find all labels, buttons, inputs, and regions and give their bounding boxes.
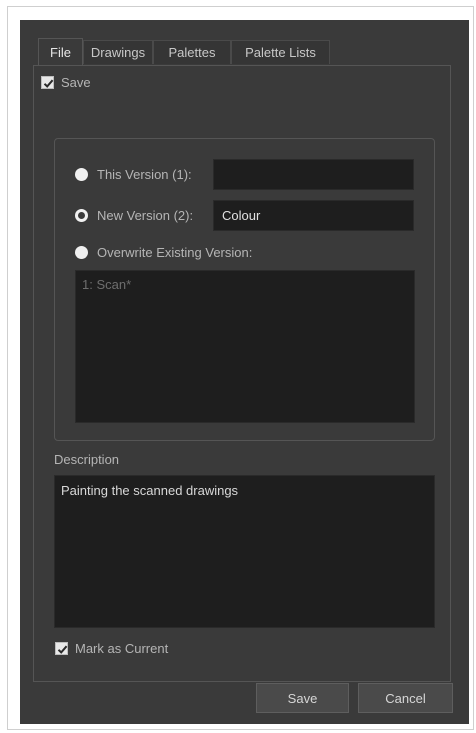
overwrite-version-radio[interactable] — [75, 246, 88, 259]
tab-palette-lists[interactable]: Palette Lists — [231, 40, 330, 64]
this-version-field[interactable] — [213, 159, 414, 190]
new-version-label: New Version (2): — [97, 208, 194, 223]
existing-versions-list[interactable]: 1: Scan* — [75, 270, 415, 423]
list-item[interactable]: 1: Scan* — [82, 277, 131, 292]
description-label: Description — [54, 452, 120, 467]
save-checkbox-label: Save — [61, 75, 91, 90]
save-button[interactable]: Save — [256, 683, 349, 713]
version-group: This Version (1): New Version (2): Colou… — [54, 138, 435, 441]
this-version-radio[interactable] — [75, 168, 88, 181]
cancel-button[interactable]: Cancel — [358, 683, 453, 713]
checkmark-icon — [43, 79, 54, 88]
file-tab-panel: Save This Version (1): New Version (2): … — [33, 65, 451, 682]
checkmark-icon — [57, 645, 68, 654]
tab-file[interactable]: File — [38, 38, 83, 65]
new-version-field[interactable]: Colour — [213, 200, 414, 231]
description-field[interactable]: Painting the scanned drawings — [54, 475, 435, 628]
this-version-label: This Version (1): — [97, 167, 192, 182]
mark-current-checkbox[interactable] — [55, 642, 68, 655]
new-version-radio[interactable] — [75, 209, 88, 222]
mark-current-label: Mark as Current — [75, 641, 169, 656]
tab-drawings[interactable]: Drawings — [83, 40, 153, 64]
overwrite-version-label: Overwrite Existing Version: — [97, 245, 253, 260]
save-dialog: File Drawings Palettes Palette Lists Sav… — [20, 20, 469, 724]
tab-palettes[interactable]: Palettes — [153, 40, 231, 64]
save-checkbox[interactable] — [41, 76, 54, 89]
